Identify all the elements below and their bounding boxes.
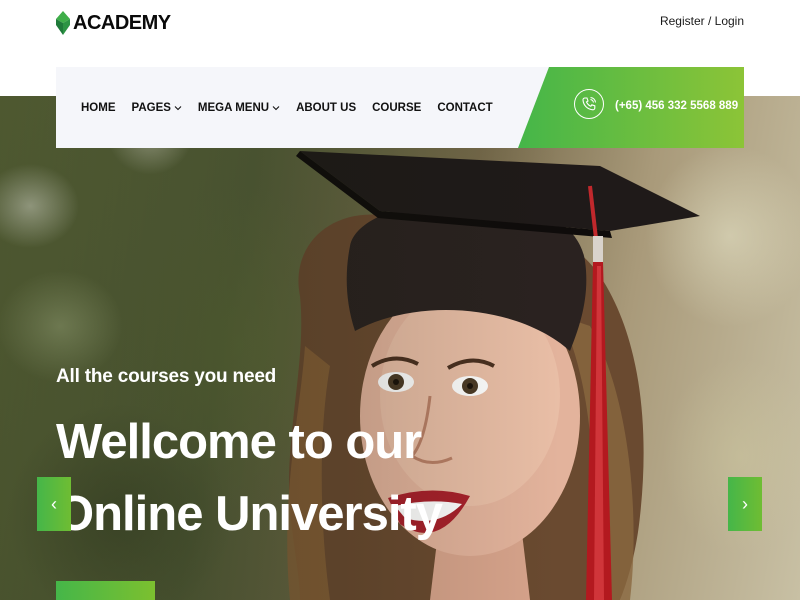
nav-item-about-us[interactable]: ABOUT US xyxy=(296,102,356,114)
site-logo[interactable]: ACADEMY xyxy=(56,10,171,36)
main-navigation: HOME PAGES MEGA MENU ABOUT US COURSE CON… xyxy=(56,67,744,148)
register-login-link[interactable]: Register / Login xyxy=(660,14,744,28)
nav-item-label: COURSE xyxy=(372,101,422,114)
logo-text: ACADEMY xyxy=(73,11,171,34)
hero-slider: All the courses you need Wellcome to our… xyxy=(0,96,800,600)
logo-diamond-icon xyxy=(56,11,70,35)
nav-item-label: ABOUT US xyxy=(296,101,357,114)
hero-kicker: All the courses you need xyxy=(56,366,277,387)
nav-item-contact[interactable]: CONTACT xyxy=(437,102,492,114)
hero-title-line-2: Online University xyxy=(56,487,443,541)
hero-title: Wellcome to our Online University xyxy=(56,406,443,550)
nav-item-mega-menu[interactable]: MEGA MENU xyxy=(198,102,280,114)
phone-number: (+65) 456 332 5568 889 xyxy=(615,100,739,112)
nav-item-label: MEGA MENU xyxy=(197,101,270,114)
nav-menu: HOME PAGES MEGA MENU ABOUT US COURSE CON… xyxy=(56,67,509,148)
nav-item-home[interactable]: HOME xyxy=(81,102,116,114)
hero-title-line-1: Wellcome to our xyxy=(56,415,422,469)
phone-contact-box[interactable]: (+65) 456 332 5568 889 xyxy=(518,67,744,148)
slider-prev-button[interactable]: ‹ xyxy=(37,477,71,531)
chevron-right-icon: › xyxy=(742,493,748,514)
nav-item-label: CONTACT xyxy=(437,101,493,114)
nav-item-label: PAGES xyxy=(131,101,171,114)
hero-cta-button[interactable] xyxy=(56,581,155,600)
nav-item-pages[interactable]: PAGES xyxy=(132,102,182,114)
chevron-down-icon xyxy=(272,105,280,110)
nav-item-course[interactable]: COURSE xyxy=(372,102,421,114)
phone-icon xyxy=(574,89,604,119)
chevron-down-icon xyxy=(174,105,182,110)
nav-item-label: HOME xyxy=(81,101,116,114)
chevron-left-icon: ‹ xyxy=(51,493,57,514)
slider-next-button[interactable]: › xyxy=(728,477,762,531)
